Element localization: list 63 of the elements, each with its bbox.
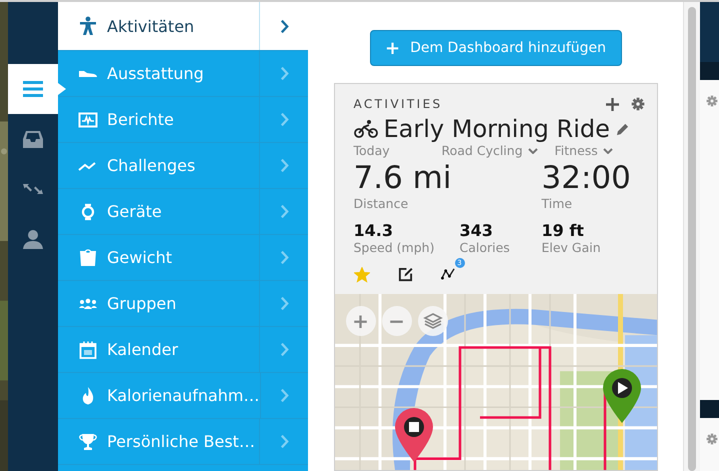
nav-item[interactable]: Gruppen [58, 281, 308, 327]
stat-label: Speed (mph) [354, 240, 436, 255]
chevron-icon [280, 434, 288, 449]
person-icon[interactable] [22, 228, 44, 250]
trophy-icon [78, 432, 98, 452]
chevron-icon [280, 204, 288, 219]
edit-icon[interactable] [398, 267, 412, 282]
scale-icon [78, 248, 98, 268]
stat-value: 14.3 [354, 221, 394, 240]
nav-item[interactable]: Berichte [58, 97, 308, 143]
tray-icon[interactable] [22, 128, 44, 150]
shoe-icon [78, 70, 98, 78]
caret-icon [602, 148, 613, 154]
stat-value: 19 ft [542, 221, 585, 240]
settings-icon[interactable] [706, 95, 718, 107]
chevron-icon [280, 158, 288, 173]
end-marker-icon[interactable] [392, 406, 434, 462]
panel-bar [700, 62, 719, 80]
panel-bar [700, 400, 719, 418]
chevron-icon [280, 66, 288, 81]
distance-label: Distance [354, 196, 410, 211]
chevron-icon [280, 296, 288, 311]
time-label: Time [542, 196, 574, 211]
card-heading: ACTIVITIES [354, 97, 443, 111]
person-icon [78, 16, 98, 36]
calendar-icon [78, 340, 98, 360]
route-icon[interactable] [440, 267, 456, 280]
chevron-icon [280, 112, 288, 127]
activity-date: Today [354, 143, 391, 158]
caret-icon [528, 148, 538, 154]
event-type-dropdown[interactable]: Fitness [554, 143, 644, 158]
nav-item[interactable]: Aktivitäten [58, 2, 308, 51]
add-to-dashboard-button[interactable]: + Dem Dashboard hinzufügen [370, 30, 622, 66]
nav-item[interactable]: Persönliche Best… [58, 419, 308, 465]
menu-icon[interactable] [22, 78, 44, 100]
nav-item[interactable]: Kalender [58, 327, 308, 373]
nav-item[interactable]: Ausstattung [58, 51, 308, 97]
chart-icon [78, 110, 98, 130]
scrollbar-thumb[interactable] [688, 7, 696, 471]
nav-item[interactable]: Geräte [58, 189, 308, 235]
panel-header [700, 2, 719, 62]
star-icon[interactable] [354, 266, 370, 282]
chevron-icon [280, 388, 289, 403]
activity-title: Early Morning Ride [384, 115, 610, 143]
nav-item[interactable]: Kalorienaufnahm… [58, 373, 308, 419]
chevron-icon [280, 342, 288, 357]
start-marker-icon[interactable] [600, 367, 642, 423]
bicycle-icon [354, 119, 378, 139]
nav-item[interactable]: Challenges [58, 143, 308, 189]
plus-icon[interactable] [606, 98, 618, 110]
stat-label: Elev Gain [542, 240, 602, 255]
time-value: 32:00 [542, 160, 632, 196]
chevron-icon [280, 18, 288, 34]
distance-value: 7.6 mi [354, 160, 452, 196]
nav-item[interactable]: Gewicht [58, 235, 308, 281]
layers-icon [422, 311, 442, 331]
stat-label: Calories [460, 240, 511, 255]
pencil-icon[interactable] [616, 122, 629, 136]
stat-value: 343 [460, 221, 494, 240]
settings-icon[interactable] [630, 97, 644, 111]
chevron-icon [280, 250, 288, 265]
settings-icon[interactable] [706, 433, 718, 445]
activity-type-dropdown[interactable]: Road Cycling [442, 143, 554, 158]
